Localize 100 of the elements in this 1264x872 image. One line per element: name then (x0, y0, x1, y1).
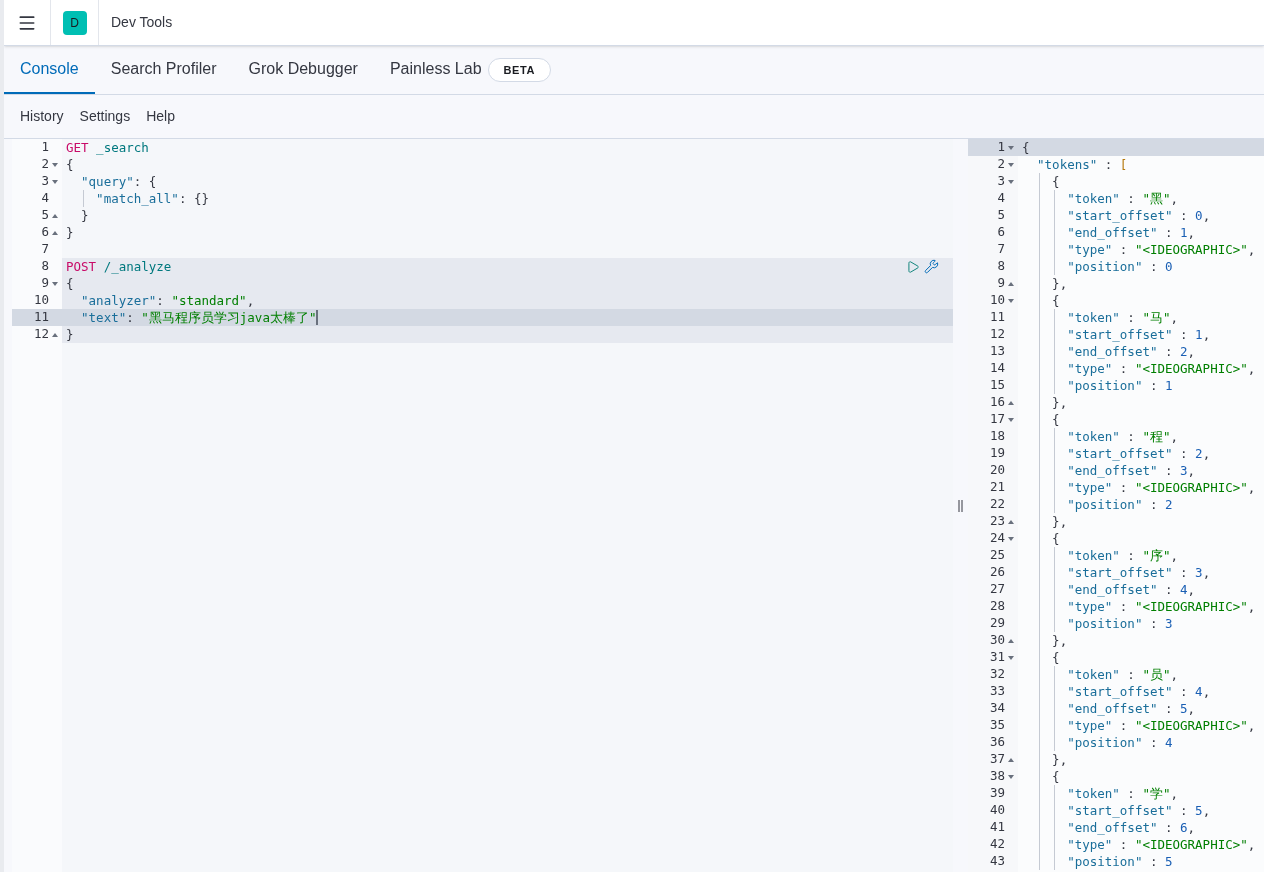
unfold-icon[interactable] (1008, 519, 1014, 524)
tab[interactable]: Painless Lab (373, 46, 488, 94)
code-line: { (1022, 139, 1030, 156)
line-number: 5 (41, 206, 49, 225)
code-line: "token" : "序", (1066, 547, 1178, 564)
line-number: 34 (989, 699, 1005, 718)
line-number: 9 (41, 274, 49, 293)
tab[interactable]: Search Profiler (94, 46, 233, 94)
line-number: 11 (33, 308, 49, 327)
fold-icon[interactable] (1008, 655, 1014, 660)
fold-icon[interactable] (1008, 145, 1014, 150)
code-line: } (66, 224, 74, 241)
request-editor[interactable]: 1 2 3 4 5 6 7 8 9 10 11 12 GET _search { "query": { "match_all": {} } } POST /_analyze { "analyzer": "standard", "text": "黑马程序员学习java太棒了" } (12, 139, 953, 872)
unfold-icon[interactable] (52, 213, 58, 218)
request-block[interactable]: GET _search { "query": { "match_all": {} } } (62, 139, 953, 258)
code-line: { (1051, 173, 1060, 190)
fold-icon[interactable] (1008, 298, 1014, 303)
line-number: 7 (41, 240, 49, 259)
code-line: "start_offset" : 0, (1066, 207, 1211, 224)
line-number: 1 (41, 138, 49, 157)
unfold-icon[interactable] (1008, 638, 1014, 643)
line-number: 14 (989, 359, 1005, 378)
line-number: 6 (997, 223, 1005, 242)
fold-icon[interactable] (52, 162, 58, 167)
code-line: "token" : "学", (1066, 785, 1178, 802)
line-number: 19 (989, 444, 1005, 463)
fold-icon[interactable] (1008, 774, 1014, 779)
line-number: 40 (989, 801, 1005, 820)
tab[interactable]: Console (4, 46, 95, 94)
fold-icon[interactable] (1008, 417, 1014, 422)
space-avatar[interactable]: D (62, 10, 87, 35)
code-line: "start_offset" : 5, (1066, 802, 1211, 819)
line-number: 18 (989, 427, 1005, 446)
line-number: 20 (989, 461, 1005, 480)
code-line: GET _search (66, 139, 149, 156)
request-block[interactable]: POST /_analyze { "analyzer": "standard", "text": "黑马程序员学习java太棒了" } (62, 258, 953, 343)
line-number: 23 (989, 512, 1005, 531)
code-line: "token" : "黑", (1066, 190, 1178, 207)
line-number: 33 (989, 682, 1005, 701)
code-line: "end_offset" : 3, (1066, 462, 1196, 479)
line-number: 2 (41, 155, 49, 174)
line-number: 22 (989, 495, 1005, 514)
fold-icon[interactable] (1008, 536, 1014, 541)
fold-icon[interactable] (1008, 162, 1014, 167)
menu-link[interactable]: Help (146, 106, 175, 127)
resize-handle-icon[interactable] (958, 499, 963, 512)
line-number: 5 (997, 206, 1005, 225)
fold-icon[interactable] (52, 281, 58, 286)
line-number: 3 (41, 172, 49, 191)
fold-icon[interactable] (1008, 179, 1014, 184)
code-line: "match_all": {} (95, 190, 209, 207)
code-line: }, (1051, 632, 1068, 649)
code-line: POST /_analyze (66, 258, 172, 275)
code-line: { (66, 156, 74, 173)
code-line: { (66, 275, 74, 292)
code-line: "token" : "程", (1066, 428, 1178, 445)
code-line: "end_offset" : 2, (1066, 343, 1196, 360)
fold-icon[interactable] (52, 179, 58, 184)
line-number: 28 (989, 597, 1005, 616)
unfold-icon[interactable] (52, 332, 58, 337)
code-line: "end_offset" : 5, (1066, 700, 1196, 717)
code-line: "analyzer": "standard", (80, 292, 255, 309)
code-line: "type" : "<IDEOGRAPHIC>", (1066, 241, 1256, 258)
line-number: 3 (997, 172, 1005, 191)
tab[interactable]: Grok Debugger (232, 46, 374, 94)
code-line: { (1051, 530, 1060, 547)
unfold-icon[interactable] (52, 230, 58, 235)
line-number: 10 (33, 291, 49, 310)
unfold-icon[interactable] (1008, 757, 1014, 762)
code-line: "position" : 5 (1066, 853, 1173, 870)
code-line: }, (1051, 275, 1068, 292)
line-number: 26 (989, 563, 1005, 582)
code-line: "end_offset" : 6, (1066, 819, 1196, 836)
menu-link[interactable]: Settings (79, 106, 131, 127)
line-number: 6 (41, 223, 49, 242)
menu-link[interactable]: History (20, 106, 64, 127)
code-line: { (1051, 292, 1060, 309)
line-number: 39 (989, 784, 1005, 803)
line-number: 24 (989, 529, 1005, 548)
code-line: "query": { (80, 173, 157, 190)
code-line: }, (1051, 751, 1068, 768)
unfold-icon[interactable] (1008, 281, 1014, 286)
code-line: "type" : "<IDEOGRAPHIC>", (1066, 717, 1256, 734)
line-number: 37 (989, 750, 1005, 769)
play-icon[interactable] (906, 259, 920, 274)
line-number: 35 (989, 716, 1005, 735)
code-line: "type" : "<IDEOGRAPHIC>", (1066, 479, 1256, 496)
line-number: 2 (997, 155, 1005, 174)
line-number: 42 (989, 835, 1005, 854)
code-line: "position" : 2 (1066, 496, 1173, 513)
code-line: "start_offset" : 1, (1066, 326, 1211, 343)
line-number: 41 (989, 818, 1005, 837)
wrench-icon[interactable] (924, 259, 939, 274)
code-line: "type" : "<IDEOGRAPHIC>", (1066, 598, 1256, 615)
unfold-icon[interactable] (1008, 400, 1014, 405)
line-number: 38 (989, 767, 1005, 786)
code-line: { (1051, 768, 1060, 785)
code-line: "token" : "马", (1066, 309, 1178, 326)
line-number: 10 (989, 291, 1005, 310)
code-line: "type" : "<IDEOGRAPHIC>", (1066, 360, 1256, 377)
